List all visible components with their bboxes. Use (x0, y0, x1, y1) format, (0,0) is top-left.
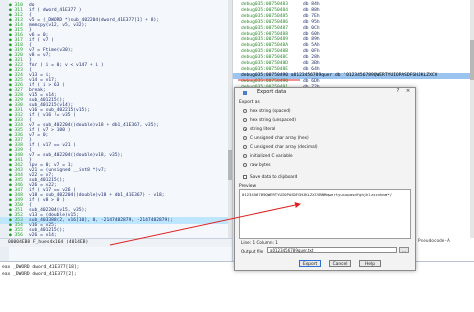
help-button[interactable]: Help (359, 260, 381, 267)
export-data-dialog: Export data ? × Export as hex string (sp… (234, 87, 416, 271)
radio-button[interactable] (243, 136, 247, 140)
radio-button[interactable] (243, 154, 247, 158)
browse-button[interactable]: ... (399, 247, 409, 253)
option-label: C unsigned char array (hex) (250, 135, 309, 140)
cursor-position: Line: 1 Column: 1 (241, 240, 278, 245)
option-label: hex string (unspaced) (250, 117, 296, 122)
radio-button[interactable] (243, 109, 247, 113)
option-label: C unsigned char array (decimal) (250, 144, 318, 149)
preview-textbox[interactable]: 0123456789QWERTYUIOPASDFGHJKLZXCVBNMqwer… (239, 189, 411, 239)
asm-scrollbar-thumb[interactable] (470, 40, 474, 80)
close-icon[interactable]: × (405, 88, 411, 95)
save-clipboard-label: Save data to clipboard (250, 174, 298, 179)
radio-button[interactable] (243, 163, 247, 167)
option-label: hex string (spaced) (250, 108, 291, 113)
output-file-input[interactable]: a0123456789quer.txt (267, 247, 397, 253)
cancel-button[interactable]: Cancel (329, 260, 351, 267)
pseudocode-pane[interactable]: ● 310 do ● 311 if ( dword_41E377 ) ● 312 {●… (0, 0, 232, 261)
help-icon[interactable]: ? (395, 88, 401, 95)
radio-button-selected[interactable] (243, 127, 247, 131)
option-label: initialized C variable (250, 153, 293, 158)
export-button[interactable]: Export (299, 260, 321, 267)
asm-scrollbar[interactable] (470, 0, 474, 238)
dialog-titlebar: Export data (239, 89, 379, 96)
status-text: 00004EB8 F_hues4x164 (4014EB) (8, 240, 89, 245)
output-file-label: Output file (241, 249, 264, 254)
output-line: eax _DWORD dword_41E377[2]; (2, 272, 77, 277)
radio-button[interactable] (243, 118, 247, 122)
tab-pseudocode[interactable]: Pseudocode-A (418, 238, 474, 246)
option-label: string literal (250, 126, 276, 131)
radio-button[interactable] (243, 145, 247, 149)
save-clipboard-checkbox[interactable] (243, 175, 247, 179)
export-as-label: Export as (239, 100, 260, 105)
status-bar: 00004EB8 F_hues4x164 (4014EB) (0, 238, 232, 247)
preview-text: 0123456789QWERTYUIOPASDFGHJKLZXCVBNMqwer… (242, 192, 392, 197)
option-label: raw bytes (250, 162, 271, 167)
app-icon (243, 91, 247, 95)
dialog-title: Export data (257, 89, 287, 95)
output-line: eax _DWORD dword_41E377[18]; (2, 265, 80, 270)
